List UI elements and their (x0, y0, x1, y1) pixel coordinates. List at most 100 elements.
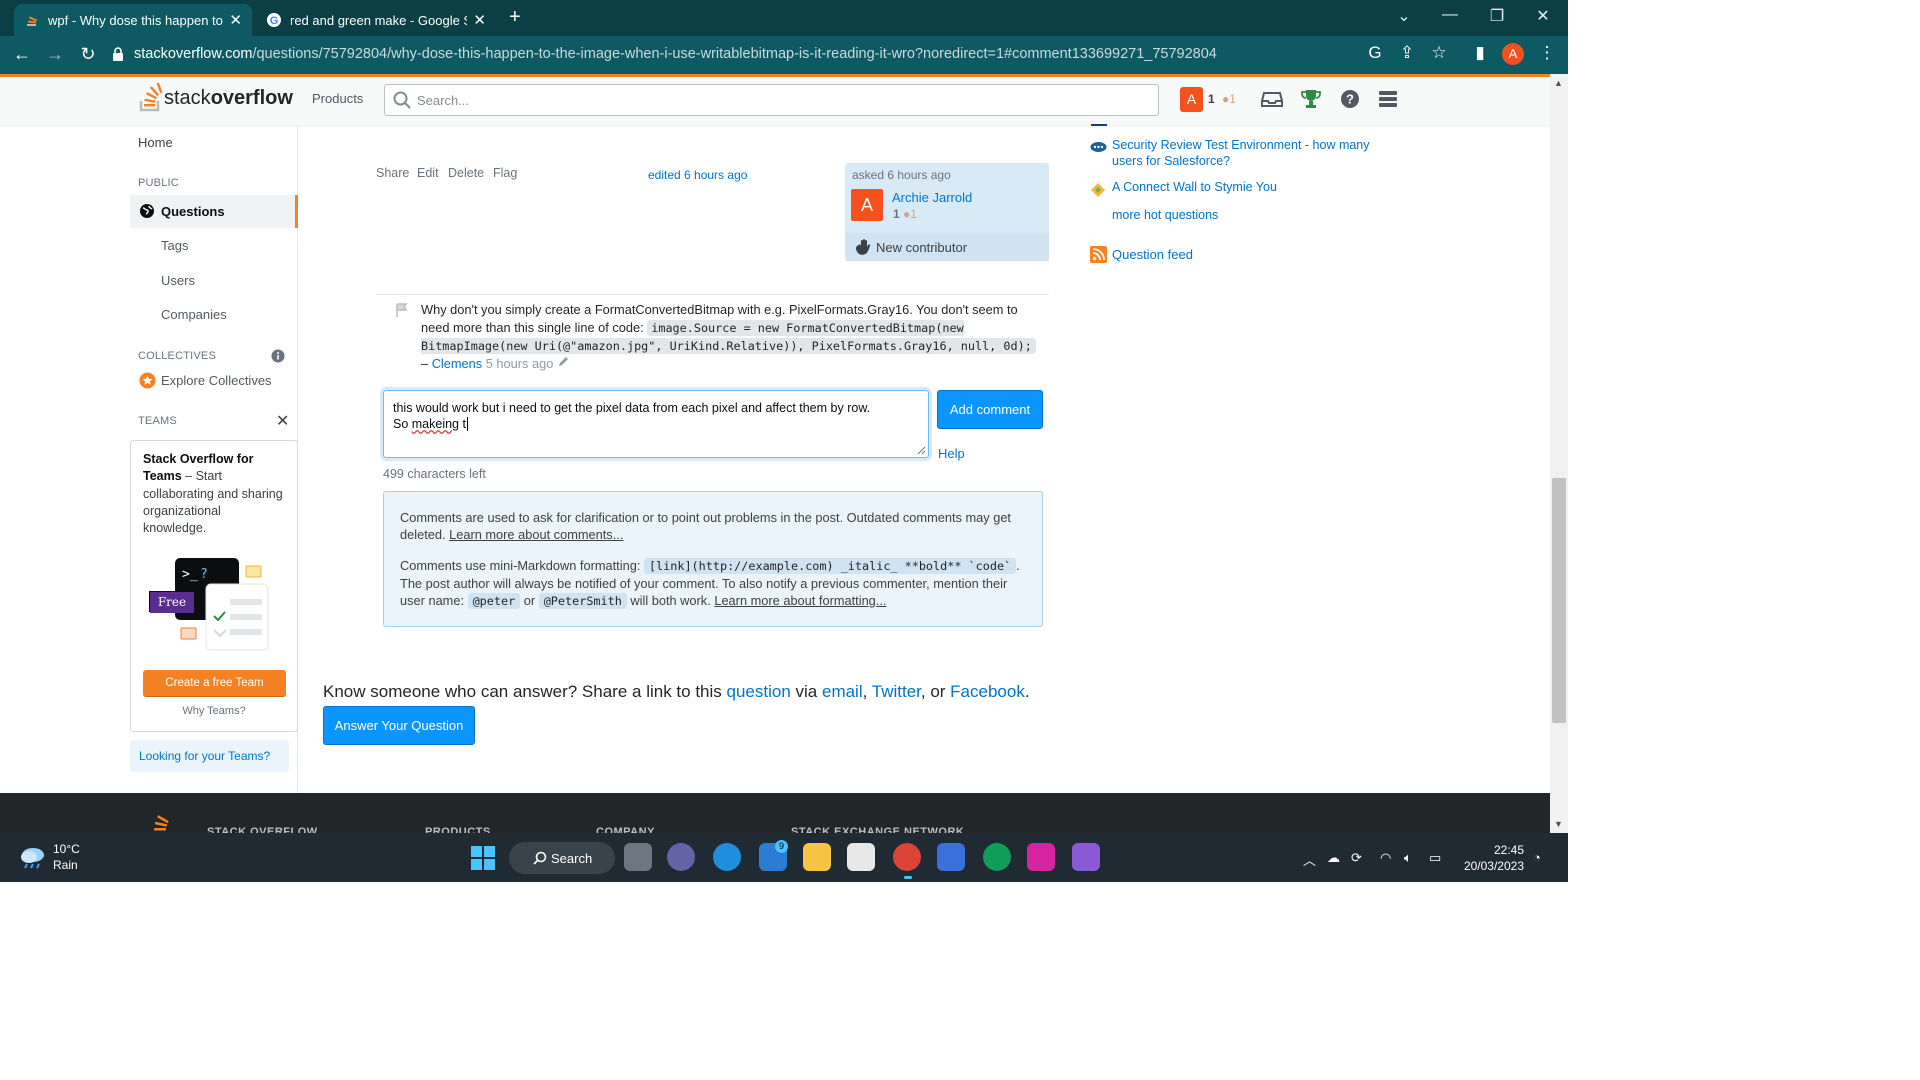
author-name[interactable]: Archie Jarrold (892, 190, 972, 205)
search-input[interactable]: Search... (417, 93, 469, 108)
back-icon[interactable]: ← (10, 44, 34, 65)
close-teams-icon[interactable]: ✕ (276, 411, 289, 431)
google-lens-icon[interactable]: G (1364, 43, 1386, 65)
nav-explore-collectives[interactable]: Explore Collectives (161, 373, 272, 388)
nav-users[interactable]: Users (161, 273, 195, 288)
maximize-icon[interactable]: ❐ (1482, 6, 1512, 26)
forward-icon[interactable]: → (43, 44, 67, 65)
edge-icon[interactable] (713, 843, 741, 871)
nav-tags[interactable]: Tags (161, 238, 188, 253)
info-icon[interactable] (271, 349, 285, 363)
post-share-link[interactable]: Share (376, 166, 409, 180)
chrome-canary-icon[interactable] (983, 843, 1011, 871)
help-icon[interactable]: ? (1339, 88, 1361, 110)
svg-text:?: ? (1346, 92, 1354, 107)
question-feed-link[interactable]: Question feed (1112, 247, 1193, 263)
file-explorer-icon[interactable] (803, 843, 831, 871)
achievements-trophy-icon[interactable] (1300, 88, 1322, 110)
profile-avatar[interactable]: A (1502, 43, 1524, 65)
nav-companies[interactable]: Companies (161, 307, 227, 322)
wifi-icon[interactable]: ◠ (1380, 850, 1391, 866)
products-menu[interactable]: Products (312, 91, 363, 106)
author-avatar[interactable]: A (851, 189, 883, 221)
comment-time[interactable]: 5 hours ago (486, 356, 554, 371)
chrome-icon[interactable] (893, 843, 921, 871)
post-flag-link[interactable]: Flag (493, 166, 517, 180)
microsoft-store-icon[interactable] (847, 843, 875, 871)
share-twitter-link[interactable]: Twitter (872, 682, 921, 701)
tab-close-icon[interactable]: ✕ (229, 11, 242, 29)
looking-for-teams-link[interactable]: Looking for your Teams? (130, 740, 289, 772)
stackoverflow-logo[interactable]: stack overflow (138, 83, 293, 113)
teams-chat-icon[interactable] (667, 843, 695, 871)
add-comment-button[interactable]: Add comment (937, 390, 1043, 429)
nav-home[interactable]: Home (138, 135, 173, 150)
stack-exchange-menu-icon[interactable] (1377, 88, 1399, 110)
new-tab-icon[interactable]: + (509, 6, 521, 29)
learn-comments-link[interactable]: Learn more about comments... (449, 527, 623, 542)
task-view-icon[interactable] (624, 843, 652, 871)
logo-text-light: stack (164, 86, 211, 109)
rss-feed-icon (1090, 246, 1107, 263)
app-icon[interactable] (937, 843, 965, 871)
tab-stackoverflow[interactable]: wpf - Why dose this happen to th ✕ (14, 4, 252, 36)
share-facebook-link[interactable]: Facebook (950, 682, 1025, 701)
windows-start-icon[interactable] (471, 846, 495, 870)
footer-logo-icon[interactable] (150, 810, 176, 833)
battery-icon[interactable]: ▭ (1429, 850, 1441, 866)
post-edit-link[interactable]: Edit (417, 166, 439, 180)
hot-question-2[interactable]: A Connect Wall to Stymie You (1112, 179, 1277, 195)
scroll-down-icon[interactable]: ▼ (1554, 819, 1563, 829)
scrollbar-thumb[interactable] (1552, 478, 1566, 723)
inbox-icon[interactable] (1261, 88, 1283, 110)
peter-code: @peter (467, 593, 521, 609)
visual-studio-icon[interactable] (1072, 843, 1100, 871)
why-teams-link[interactable]: Why Teams? (130, 705, 298, 717)
reload-icon[interactable]: ↻ (76, 44, 100, 65)
create-free-team-button[interactable]: Create a free Team (143, 670, 286, 697)
share-question-link[interactable]: question (727, 682, 791, 701)
learn-formatting-link[interactable]: Learn more about formatting... (714, 593, 886, 608)
scroll-up-icon[interactable]: ▲ (1554, 78, 1563, 88)
browser-menu-icon[interactable]: ⋮ (1536, 43, 1558, 65)
share-email-link[interactable]: email (822, 682, 863, 701)
instagram-icon[interactable] (1027, 843, 1055, 871)
user-avatar[interactable]: A (1180, 87, 1203, 112)
flag-icon[interactable] (395, 303, 409, 317)
notifications-icon[interactable]: ◔ (1533, 850, 1541, 865)
tray-overflow-icon[interactable]: ︿ (1303, 850, 1316, 869)
tab-close-icon[interactable]: ✕ (473, 11, 486, 29)
svg-text:>_: >_ (182, 567, 198, 582)
search-box[interactable]: Search... (384, 84, 1159, 116)
onedrive-icon[interactable]: ☁ (1327, 850, 1340, 866)
close-window-icon[interactable]: ✕ (1528, 6, 1558, 26)
pencil-edit-icon[interactable] (557, 356, 569, 368)
minimize-icon[interactable]: — (1435, 6, 1465, 24)
side-panel-icon[interactable]: ▮ (1469, 43, 1491, 65)
taskbar-search[interactable]: Search (509, 842, 615, 874)
hot-question-1[interactable]: Security Review Test Environment - how m… (1112, 137, 1372, 169)
resize-handle-icon[interactable] (917, 446, 926, 455)
tab-google[interactable]: G red and green make - Google Se ✕ (256, 4, 496, 36)
taskbar-search-label: Search (551, 850, 593, 866)
comment-textarea[interactable]: this would work but i need to get the pi… (383, 390, 929, 458)
nav-questions-label[interactable]: Questions (161, 204, 225, 219)
stackoverflow-favicon-icon (27, 16, 38, 26)
comment-help-link[interactable]: Help (938, 446, 965, 461)
teams-promo-text: Stack Overflow for Teams – Start collabo… (143, 451, 283, 537)
post-delete-link[interactable]: Delete (448, 166, 484, 180)
weather-widget[interactable]: 10°C Rain (53, 841, 80, 873)
globe-icon (140, 204, 154, 218)
url-field[interactable]: stackoverflow.com/questions/75792804/why… (112, 40, 1352, 68)
sync-icon[interactable]: ⟳ (1351, 850, 1362, 866)
answer-your-question-button[interactable]: Answer Your Question (323, 706, 475, 745)
new-contributor-notice[interactable]: New contributor (846, 233, 1049, 261)
share-icon[interactable]: ⇪ (1396, 43, 1418, 65)
post-edited-link[interactable]: edited 6 hours ago (648, 168, 747, 182)
comment-author[interactable]: Clemens (432, 356, 483, 371)
bookmark-star-icon[interactable]: ☆ (1428, 43, 1450, 65)
tab-search-icon[interactable]: ⌄ (1389, 6, 1419, 26)
volume-icon[interactable]: 🔈︎ (1404, 850, 1412, 866)
taskbar-clock[interactable]: 22:45 20/03/2023 (1458, 842, 1524, 874)
more-hot-questions-link[interactable]: more hot questions (1112, 207, 1218, 223)
